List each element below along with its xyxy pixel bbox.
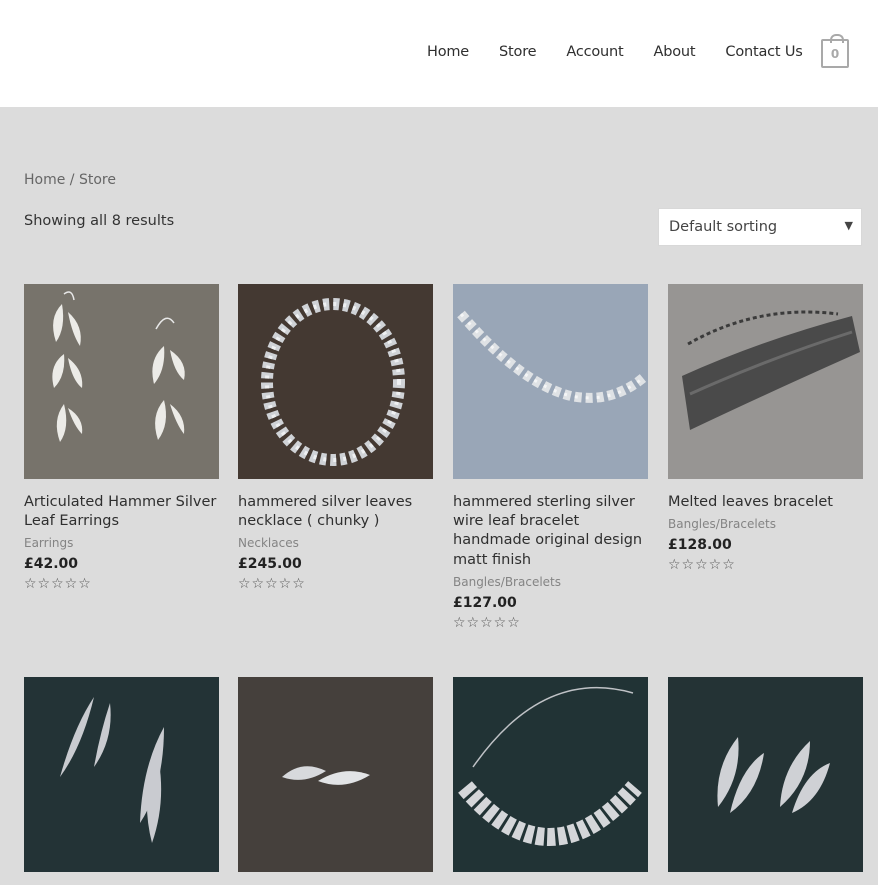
product-card xyxy=(668,677,863,872)
product-image[interactable] xyxy=(453,677,648,872)
product-image[interactable] xyxy=(453,284,648,479)
main-nav: Home Store Account About Contact Us xyxy=(427,44,833,60)
product-image[interactable] xyxy=(24,677,219,872)
rating-stars-icon: ☆☆☆☆☆ xyxy=(668,557,736,574)
product-title[interactable]: Articulated Hammer Silver Leaf Earrings xyxy=(24,493,219,531)
product-category: Bangles/Bracelets xyxy=(668,517,776,532)
cart-icon[interactable]: 0 xyxy=(821,34,849,68)
nav-home[interactable]: Home xyxy=(427,44,469,60)
product-title[interactable]: hammered silver leaves necklace ( chunky… xyxy=(238,493,433,531)
cart-count: 0 xyxy=(830,47,840,61)
result-count: Showing all 8 results xyxy=(24,213,175,229)
site-header: Home Store Account About Contact Us 0 xyxy=(0,0,878,107)
nav-account[interactable]: Account xyxy=(566,44,623,60)
breadcrumb-separator: / xyxy=(65,172,79,188)
product-price: £127.00 xyxy=(453,594,517,611)
product-card: hammered silver leaves necklace ( chunky… xyxy=(238,284,433,592)
rating-stars-icon: ☆☆☆☆☆ xyxy=(453,614,521,631)
product-card xyxy=(238,677,433,872)
product-image[interactable] xyxy=(668,284,863,479)
product-card: Melted leaves bracelet Bangles/Bracelets… xyxy=(668,284,863,573)
breadcrumb: Home / Store xyxy=(24,172,116,188)
product-image[interactable] xyxy=(238,677,433,872)
nav-about[interactable]: About xyxy=(654,44,696,60)
nav-contact-us[interactable]: Contact Us xyxy=(725,44,802,60)
sorting-select[interactable]: Default sorting ▼ xyxy=(658,208,862,246)
breadcrumb-current: Store xyxy=(78,172,116,188)
product-image[interactable] xyxy=(238,284,433,479)
product-card: hammered sterling silver wire leaf brace… xyxy=(453,284,648,631)
product-card xyxy=(453,677,648,872)
product-image[interactable] xyxy=(24,284,219,479)
product-category: Earrings xyxy=(24,536,74,551)
product-card xyxy=(24,677,219,872)
product-title[interactable]: Melted leaves bracelet xyxy=(668,493,863,512)
rating-stars-icon: ☆☆☆☆☆ xyxy=(24,576,92,593)
product-category: Necklaces xyxy=(238,536,299,551)
product-category: Bangles/Bracelets xyxy=(453,574,561,589)
sorting-value: Default sorting xyxy=(669,219,778,235)
product-price: £128.00 xyxy=(668,537,732,554)
product-title[interactable]: hammered sterling silver wire leaf brace… xyxy=(453,493,648,570)
product-price: £245.00 xyxy=(238,556,302,573)
nav-store[interactable]: Store xyxy=(499,44,537,60)
product-card: Articulated Hammer Silver Leaf Earrings … xyxy=(24,284,219,592)
product-image[interactable] xyxy=(668,677,863,872)
product-price: £42.00 xyxy=(24,556,79,573)
breadcrumb-home[interactable]: Home xyxy=(24,172,65,188)
rating-stars-icon: ☆☆☆☆☆ xyxy=(238,576,306,593)
chevron-down-icon: ▼ xyxy=(844,219,853,232)
